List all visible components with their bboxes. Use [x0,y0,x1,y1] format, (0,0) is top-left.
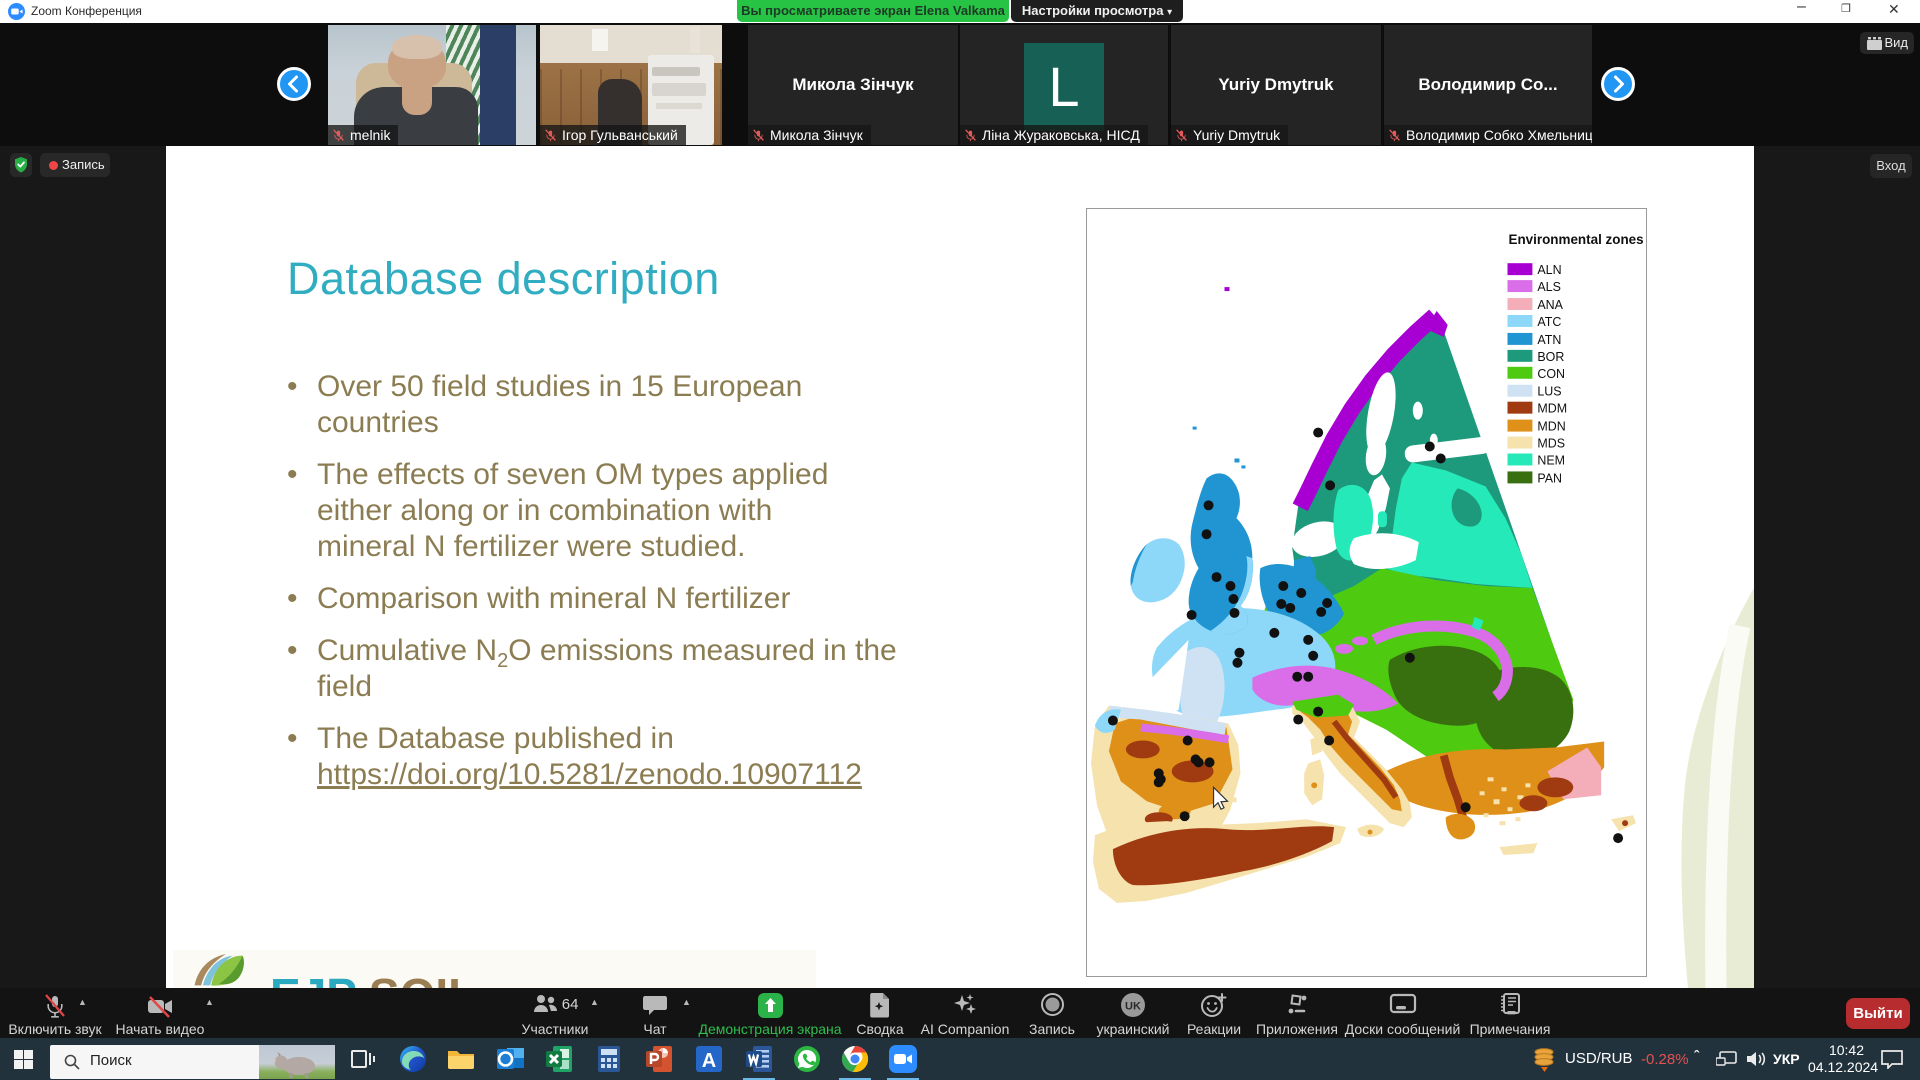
svg-text:CON: CON [1537,367,1565,381]
svg-text:ATC: ATC [1537,315,1561,329]
svg-text:MDS: MDS [1537,437,1565,451]
svg-text:ATN: ATN [1537,333,1561,347]
svg-text:Environmental zones: Environmental zones [1508,232,1643,247]
svg-text:NEM: NEM [1537,453,1565,467]
svg-text:LUS: LUS [1537,385,1561,399]
svg-text:MDN: MDN [1537,420,1565,434]
svg-text:ALS: ALS [1537,280,1561,294]
svg-text:ANA: ANA [1537,298,1563,312]
svg-text:BOR: BOR [1537,350,1564,364]
svg-text:PAN: PAN [1537,471,1562,485]
svg-text:A: A [702,1050,716,1072]
svg-text:MDM: MDM [1537,402,1567,416]
svg-text:UK: UK [1125,1001,1141,1013]
svg-text:ALN: ALN [1537,263,1561,277]
